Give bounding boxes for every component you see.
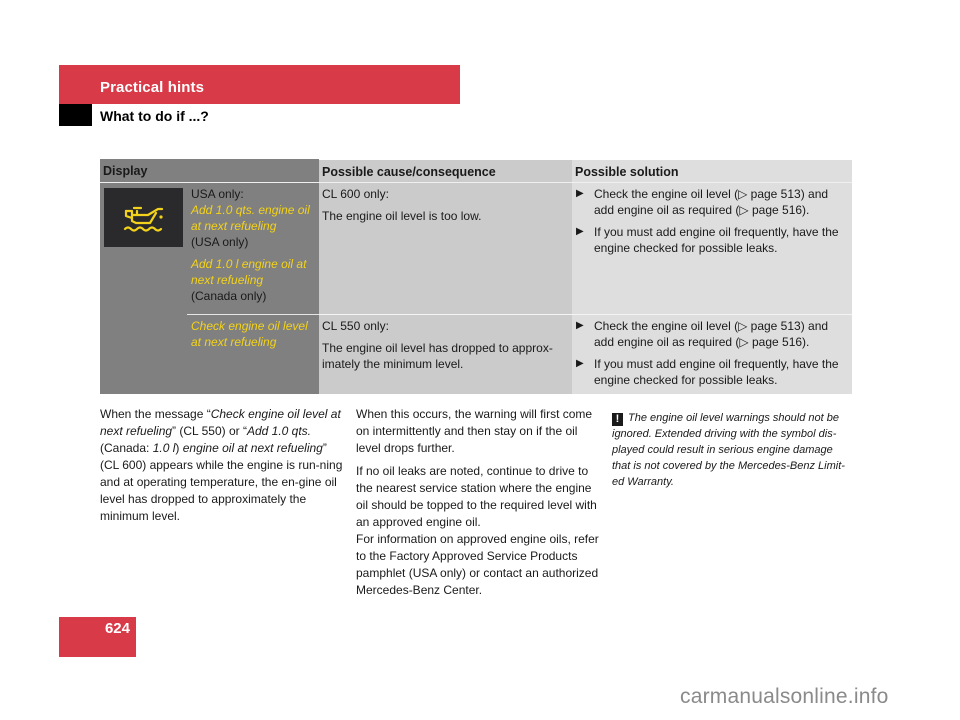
bullet-arrow-icon: ▶ bbox=[576, 358, 584, 369]
cause-text: The engine oil level is too low. bbox=[322, 209, 482, 223]
text-run: ” (CL 550) or “ bbox=[172, 424, 247, 438]
watermark: carmanualsonline.info bbox=[680, 685, 889, 708]
solution-cell: ▶ Check the engine oil level (▷ page 513… bbox=[572, 183, 852, 314]
bullet-arrow-icon: ▶ bbox=[576, 320, 584, 331]
body-column-2: When this occurs, the warning will first… bbox=[356, 406, 601, 605]
solution-item: ▶ Check the engine oil level (▷ page 513… bbox=[576, 186, 844, 218]
page-number-box: 624 bbox=[59, 617, 136, 657]
cause-text: The engine oil level has dropped to appr… bbox=[322, 341, 553, 371]
body-column-1: When the message “Check engine oil level… bbox=[100, 406, 345, 531]
display-message-canada: Add 1.0 l engine oil at next refueling bbox=[191, 257, 307, 287]
subsection-marker bbox=[59, 104, 92, 126]
message-quote: 1.0 l bbox=[152, 441, 176, 455]
bullet-arrow-icon: ▶ bbox=[576, 226, 584, 237]
display-note-canada: (Canada only) bbox=[191, 289, 267, 303]
page-number: 624 bbox=[104, 620, 130, 637]
solution-cell: ▶ Check the engine oil level (▷ page 513… bbox=[572, 314, 852, 394]
engine-oil-level-warning-icon bbox=[104, 188, 183, 247]
column-header-solution: Possible solution bbox=[572, 159, 852, 182]
display-cell: USA only: Add 1.0 qts. engine oil at nex… bbox=[187, 183, 319, 314]
display-note-usa: (USA only) bbox=[191, 235, 249, 249]
text-run: (Canada: bbox=[100, 441, 153, 455]
display-message: Check engine oil level at next refueling bbox=[191, 319, 308, 349]
table-header: Display Possible cause/consequence Possi… bbox=[100, 159, 852, 182]
display-cell: Check engine oil level at next refueling bbox=[187, 314, 319, 394]
solution-text: If you must add engine oil frequently, h… bbox=[594, 225, 839, 255]
solution-item: ▶ Check the engine oil level (▷ page 513… bbox=[576, 318, 844, 350]
cause-title: CL 600 only: bbox=[322, 187, 389, 201]
body-paragraph: When this occurs, the warning will first… bbox=[356, 407, 593, 455]
message-quote: engine oil at next refueling bbox=[182, 441, 323, 455]
solution-text: Check the engine oil level (▷ page 513) … bbox=[594, 319, 829, 349]
section-title: Practical hints bbox=[100, 79, 205, 96]
solution-text: Check the engine oil level (▷ page 513) … bbox=[594, 187, 829, 217]
text-run: When the message “ bbox=[100, 407, 211, 421]
column-header-display: Display bbox=[100, 159, 319, 182]
table-row: Check engine oil level at next refueling… bbox=[187, 314, 852, 394]
text-run: ) bbox=[175, 441, 183, 455]
icon-cell bbox=[100, 183, 187, 394]
column-header-cause: Possible cause/consequence bbox=[319, 159, 572, 182]
body-paragraph: For information on approved engine oils,… bbox=[356, 532, 599, 597]
warning-text: The engine oil level warnings should not… bbox=[612, 412, 845, 488]
subsection-title: What to do if ...? bbox=[100, 108, 209, 124]
display-region-label: USA only: bbox=[191, 187, 244, 201]
message-quote: Add 1.0 qts. bbox=[246, 424, 311, 438]
cause-cell: CL 550 only: The engine oil level has dr… bbox=[319, 314, 572, 394]
solution-text: If you must add engine oil frequently, h… bbox=[594, 357, 839, 387]
cause-cell: CL 600 only: The engine oil level is too… bbox=[319, 183, 572, 314]
cause-title: CL 550 only: bbox=[322, 319, 389, 333]
body-paragraph: If no oil leaks are noted, continue to d… bbox=[356, 464, 597, 529]
solution-item: ▶ If you must add engine oil frequently,… bbox=[576, 224, 844, 256]
bullet-arrow-icon: ▶ bbox=[576, 188, 584, 199]
body-paragraph: When the message “Check engine oil level… bbox=[100, 406, 345, 525]
display-message-usa: Add 1.0 qts. engine oil at next refuelin… bbox=[191, 203, 310, 233]
warning-note: ! The engine oil level warnings should no… bbox=[612, 410, 854, 490]
table-row: USA only: Add 1.0 qts. engine oil at nex… bbox=[187, 183, 852, 314]
solution-item: ▶ If you must add engine oil frequently,… bbox=[576, 356, 844, 388]
troubleshooting-table: Display Possible cause/consequence Possi… bbox=[100, 159, 852, 394]
warning-icon: ! bbox=[612, 413, 623, 426]
